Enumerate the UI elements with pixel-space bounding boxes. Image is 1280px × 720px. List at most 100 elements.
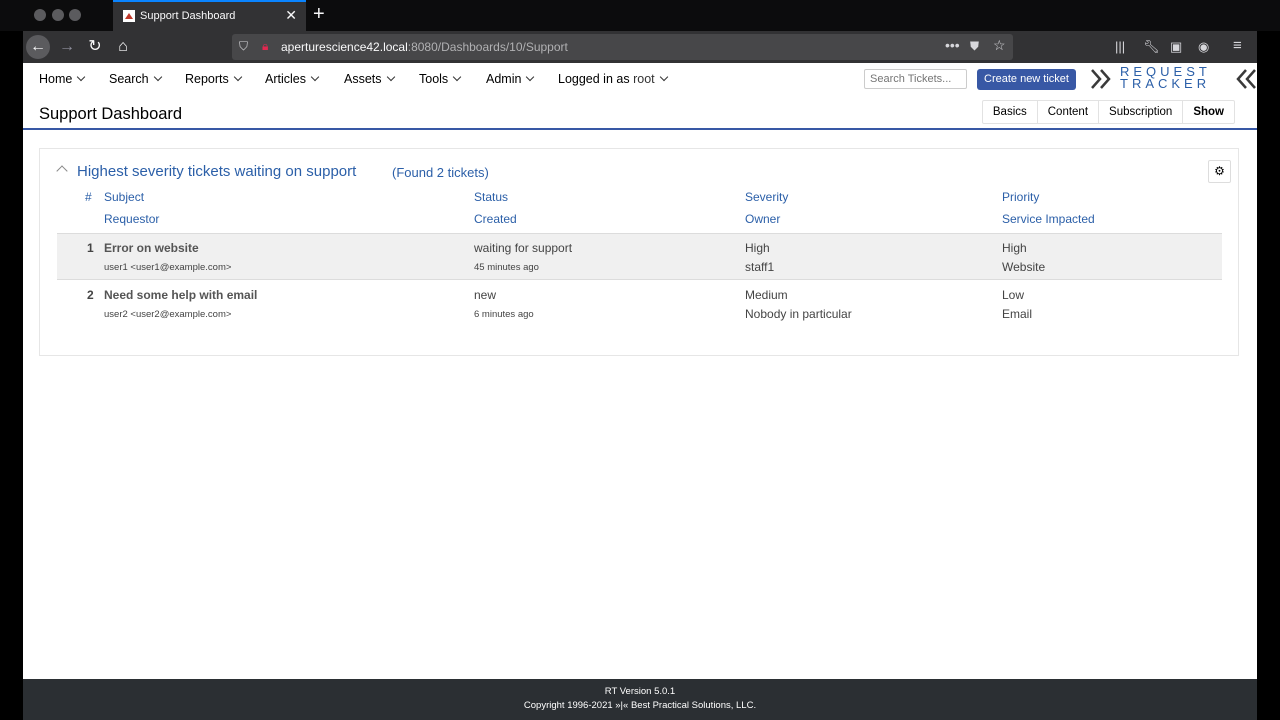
- url-text[interactable]: aperturescience42.local:8080/Dashboards/…: [281, 40, 568, 54]
- rt-logo[interactable]: REQUEST TRACKER: [1090, 65, 1256, 92]
- chevron-down-icon: [386, 72, 395, 82]
- page-footer: RT Version 5.0.1 Copyright 1996-2021 »|«…: [23, 679, 1257, 720]
- browser-tab[interactable]: Support Dashboard ✕: [113, 0, 306, 31]
- ticket-subject[interactable]: Error on website: [104, 241, 199, 255]
- ticket-search-panel: Highest severity tickets waiting on supp…: [39, 148, 1239, 356]
- sidebar-icon[interactable]: ▣: [1170, 39, 1182, 55]
- menu-search-label: Search: [109, 72, 149, 86]
- ticket-created: 6 minutes ago: [474, 309, 534, 320]
- menu-home[interactable]: Home: [39, 72, 86, 86]
- logo-chevrons-left-icon: [1236, 69, 1256, 89]
- ticket-severity: Medium: [745, 288, 788, 302]
- rt-version: RT Version 5.0.1: [604, 686, 676, 697]
- menu-assets-label: Assets: [344, 72, 382, 86]
- menu-assets[interactable]: Assets: [344, 72, 395, 86]
- pocket-icon[interactable]: ⛊: [970, 39, 979, 54]
- rt-favicon-icon: [123, 10, 135, 22]
- menu-admin-label: Admin: [486, 72, 522, 86]
- navigation-bar: ← → ↻ ⌂ ⛉ 🔒︎ aperturescience42.local:808…: [23, 31, 1257, 63]
- ticket-owner: staff1: [745, 260, 775, 274]
- ticket-service: Website: [1002, 260, 1046, 274]
- ticket-priority: High: [1002, 241, 1027, 255]
- header-created[interactable]: Created: [474, 212, 517, 226]
- logo-line2: TRACKER: [1120, 76, 1211, 91]
- new-tab-button[interactable]: +: [313, 4, 325, 24]
- menu-tools[interactable]: Tools: [419, 72, 462, 86]
- wrench-icon[interactable]: 🔧︎: [1143, 39, 1160, 55]
- tab-subscription[interactable]: Subscription: [1098, 101, 1182, 123]
- header-number[interactable]: #: [85, 190, 92, 204]
- tab-title: Support Dashboard: [140, 10, 236, 22]
- library-icon[interactable]: |||: [1115, 39, 1125, 54]
- header-owner[interactable]: Owner: [745, 212, 780, 226]
- tab-show[interactable]: Show: [1182, 101, 1234, 123]
- create-ticket-button[interactable]: Create new ticket: [977, 69, 1076, 90]
- ticket-owner: Nobody in particular: [745, 307, 852, 321]
- menu-reports-label: Reports: [185, 72, 229, 86]
- account-icon[interactable]: ◉: [1198, 39, 1209, 55]
- logo-text: REQUEST TRACKER: [1120, 65, 1211, 91]
- url-host: aperturescience42.local: [281, 40, 408, 54]
- bookmark-star-icon[interactable]: ☆: [993, 37, 1006, 54]
- menu-articles-label: Articles: [265, 72, 306, 86]
- close-tab-icon[interactable]: ✕: [285, 7, 297, 24]
- window-minimize-dot[interactable]: [52, 9, 64, 21]
- reload-icon[interactable]: ↻: [83, 35, 107, 59]
- ticket-priority: Low: [1002, 288, 1025, 302]
- window-close-dot[interactable]: [34, 9, 46, 21]
- rt-main-menu: Home Search Reports Articles Assets Tool…: [23, 63, 1257, 95]
- header-status[interactable]: Status: [474, 190, 508, 204]
- page-title: Support Dashboard: [39, 105, 183, 123]
- more-icon[interactable]: •••: [945, 37, 960, 53]
- shield-icon[interactable]: ⛉: [239, 39, 248, 54]
- menu-articles[interactable]: Articles: [265, 72, 320, 86]
- header-subject[interactable]: Subject: [104, 190, 144, 204]
- window-zoom-dot[interactable]: [69, 9, 81, 21]
- chevron-down-icon: [153, 72, 162, 82]
- tab-basics[interactable]: Basics: [983, 101, 1037, 123]
- ticket-subject[interactable]: Need some help with email: [104, 288, 257, 302]
- header-severity[interactable]: Severity: [745, 190, 788, 204]
- header-requestor[interactable]: Requestor: [104, 212, 159, 226]
- chevron-down-icon: [526, 72, 535, 82]
- menu-search[interactable]: Search: [109, 72, 162, 86]
- table-row: [57, 233, 1222, 280]
- header-priority[interactable]: Priority: [1002, 190, 1039, 204]
- back-icon[interactable]: ←: [26, 35, 50, 59]
- chevron-down-icon: [452, 72, 462, 82]
- gear-icon[interactable]: ⚙: [1208, 160, 1231, 183]
- url-path: :8080/Dashboards/10/Support: [407, 40, 568, 54]
- logo-chevrons-right-icon: [1091, 69, 1111, 89]
- logged-in-prefix: Logged in as: [558, 72, 630, 86]
- ticket-service: Email: [1002, 307, 1033, 321]
- menu-tools-label: Tools: [419, 72, 449, 86]
- chevron-down-icon: [659, 72, 668, 82]
- ticket-requestor[interactable]: user2 <user2@example.com>: [104, 309, 231, 320]
- copyright[interactable]: Copyright 1996-2021 »|« Best Practical S…: [23, 699, 1257, 713]
- ticket-created: 45 minutes ago: [474, 262, 539, 273]
- menu-logged-in[interactable]: Logged in as root: [558, 72, 668, 86]
- home-icon[interactable]: ⌂: [111, 35, 135, 59]
- menu-reports[interactable]: Reports: [185, 72, 243, 86]
- collapse-chevron-icon[interactable]: [56, 165, 68, 177]
- chevron-down-icon: [310, 72, 320, 82]
- header-service-impacted[interactable]: Service Impacted: [1002, 212, 1095, 226]
- hamburger-menu-icon[interactable]: ≡: [1233, 37, 1242, 54]
- page-header: Support Dashboard Basics Content Subscri…: [23, 95, 1257, 130]
- menu-home-label: Home: [39, 72, 73, 86]
- chevron-down-icon: [233, 72, 243, 82]
- ticket-number[interactable]: 2: [87, 288, 94, 302]
- dashboard-tabs: Basics Content Subscription Show: [981, 100, 1235, 124]
- search-tickets-input[interactable]: [864, 69, 967, 89]
- ticket-status: waiting for support: [474, 241, 573, 255]
- ticket-requestor[interactable]: user1 <user1@example.com>: [104, 262, 231, 273]
- forward-icon[interactable]: →: [55, 35, 79, 59]
- tab-content[interactable]: Content: [1036, 101, 1098, 123]
- url-bar[interactable]: ⛉ 🔒︎ aperturescience42.local:8080/Dashbo…: [232, 34, 1013, 60]
- ticket-count: (Found 2 tickets): [392, 165, 489, 180]
- ticket-number[interactable]: 1: [87, 241, 94, 255]
- menu-admin[interactable]: Admin: [486, 72, 535, 86]
- logged-in-user: root: [633, 72, 655, 86]
- insecure-lock-icon[interactable]: 🔒︎: [262, 39, 268, 54]
- panel-title[interactable]: Highest severity tickets waiting on supp…: [77, 163, 356, 180]
